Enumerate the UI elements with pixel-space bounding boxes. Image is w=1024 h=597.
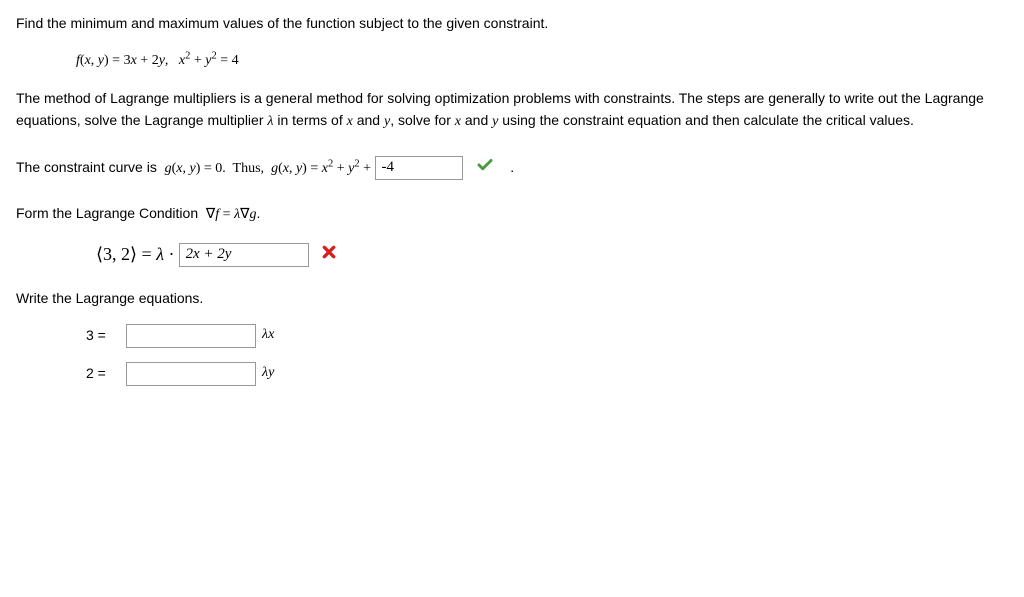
lagrange-gradient-input[interactable]	[179, 243, 309, 267]
lagrange-condition-heading: Form the Lagrange Condition ∇f = λ∇g.	[16, 202, 1008, 226]
lagrange-eq-row-2: 2 = λy	[86, 362, 1008, 386]
constraint-input[interactable]	[375, 156, 463, 180]
constraint-line: The constraint curve is g(x, y) = 0. Thu…	[16, 156, 1008, 180]
eq1-input[interactable]	[126, 324, 256, 348]
eq2-rhs: λy	[262, 362, 274, 384]
lagrange-condition-equation: ⟨3, 2⟩ = λ ·	[96, 240, 1008, 269]
eq2-input[interactable]	[126, 362, 256, 386]
cross-icon	[321, 244, 337, 266]
constraint-suffix: .	[510, 159, 514, 175]
method-explanation: The method of Lagrange multipliers is a …	[16, 87, 1008, 134]
function-definition: f(x, y) = 3x + 2y, x2 + y2 = 4	[76, 48, 1008, 72]
constraint-prefix: The constraint curve is	[16, 159, 165, 175]
lagrange-equations-heading: Write the Lagrange equations.	[16, 287, 1008, 309]
eq1-rhs: λx	[262, 324, 274, 346]
check-icon	[476, 156, 494, 180]
eq1-lhs: 3 =	[86, 324, 122, 346]
eq2-lhs: 2 =	[86, 362, 122, 384]
lagrange-eq-row-1: 3 = λx	[86, 324, 1008, 348]
problem-instruction: Find the minimum and maximum values of t…	[16, 12, 1008, 34]
